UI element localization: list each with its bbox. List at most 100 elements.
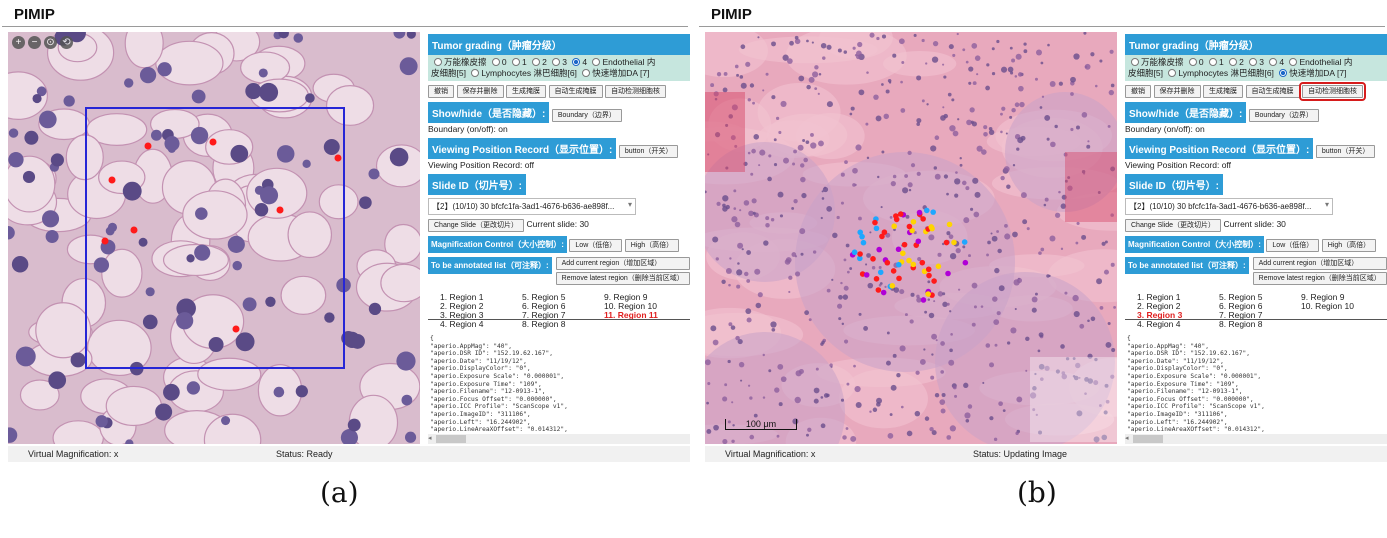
- scrollbar-thumb[interactable]: [1133, 435, 1163, 443]
- tissue-nucleus: [820, 42, 827, 49]
- remove-region-button[interactable]: Remove latest region（删除当前区域）: [1252, 272, 1387, 285]
- grade-radio-0[interactable]: [1188, 58, 1197, 66]
- high-mag-button[interactable]: High（高倍）: [624, 239, 680, 252]
- tissue-nucleus: [940, 115, 946, 121]
- low-mag-button[interactable]: Low（低倍）: [569, 239, 623, 252]
- boundary-button[interactable]: Boundary（边界）: [1248, 109, 1319, 122]
- tissue-nucleus: [1044, 114, 1051, 121]
- tissue-nucleus: [1049, 81, 1056, 87]
- grade-radio-2[interactable]: [532, 58, 541, 66]
- zoom-out-icon[interactable]: −: [28, 36, 41, 49]
- rotate-icon[interactable]: ⟲: [60, 36, 73, 49]
- zoom-in-icon[interactable]: +: [12, 36, 25, 49]
- nucleus: [186, 381, 201, 395]
- grade-radio-1[interactable]: [1209, 58, 1217, 66]
- save-delete-button[interactable]: 保存并删除: [456, 85, 504, 98]
- remove-region-button[interactable]: Remove latest region（删除当前区域）: [555, 272, 690, 285]
- tissue-nucleus: [1039, 106, 1043, 109]
- add-region-button[interactable]: Add current region（增加区域）: [1252, 257, 1387, 270]
- grade-radio-endothelial[interactable]: [1289, 58, 1298, 66]
- grade-radio-2[interactable]: [1229, 58, 1238, 66]
- nucleus: [208, 337, 224, 353]
- low-mag-button[interactable]: Low（低倍）: [1266, 239, 1320, 252]
- tissue-nucleus: [924, 310, 928, 314]
- generate-mask-button[interactable]: 生成掩膜: [506, 85, 547, 98]
- histology-image[interactable]: [705, 32, 1117, 444]
- region-item[interactable]: 10. Region 10: [1301, 302, 1383, 311]
- slide-select[interactable]: 【2】(10/10) 30 bfcfc1fa-3ad1-4676-b636-ae…: [1125, 198, 1333, 215]
- grade-radio-0[interactable]: [491, 58, 500, 66]
- auto-detect-nuclei-button[interactable]: 自动检测细胞核: [605, 85, 667, 98]
- tissue-nucleus: [880, 206, 883, 209]
- add-region-button[interactable]: Add current region（增加区域）: [555, 257, 690, 270]
- histology-image[interactable]: [8, 32, 420, 444]
- tissue-nucleus: [1015, 53, 1022, 60]
- tissue-nucleus: [1054, 124, 1058, 129]
- tissue-nucleus: [1025, 336, 1030, 342]
- nucleus: [145, 287, 155, 297]
- auto-detect-nuclei-button[interactable]: 自动检测细胞核: [1299, 82, 1367, 101]
- tissue-nucleus: [1070, 76, 1076, 83]
- tissue-nucleus: [813, 387, 820, 394]
- grade-radio-3[interactable]: [552, 58, 561, 66]
- grade-radio-4[interactable]: [572, 58, 581, 66]
- tissue-nucleus: [931, 333, 938, 340]
- undo-button[interactable]: 撤销: [1125, 85, 1151, 98]
- grade-radio-eraser[interactable]: [434, 58, 442, 66]
- tissue-nucleus: [845, 427, 849, 430]
- horizontal-scrollbar[interactable]: ◂: [1125, 434, 1387, 444]
- auto-mask-button[interactable]: 自动生成掩膜: [548, 85, 603, 98]
- region-item[interactable]: 4. Region 4: [1137, 320, 1219, 329]
- high-mag-button[interactable]: High（高倍）: [1321, 239, 1377, 252]
- generate-mask-button[interactable]: 生成掩膜: [1203, 85, 1244, 98]
- scroll-left-icon[interactable]: ◂: [1125, 434, 1129, 444]
- grade-radio-1[interactable]: [512, 58, 520, 66]
- slide-select[interactable]: 【2】(10/10) 30 bfcfc1fa-3ad1-4676-b636-ae…: [428, 198, 636, 215]
- tissue-nucleus: [753, 413, 758, 418]
- tissue-nucleus: [1079, 323, 1085, 329]
- change-slide-button[interactable]: Change Slide（更改切片）: [1125, 219, 1222, 232]
- tissue-nucleus: [837, 303, 843, 309]
- grade-label-2: 2: [1239, 57, 1244, 67]
- viewing-toggle-button[interactable]: button（开关）: [618, 145, 679, 158]
- tissue-nucleus: [773, 163, 778, 167]
- save-delete-button[interactable]: 保存并删除: [1153, 85, 1201, 98]
- grade-radio-4[interactable]: [1269, 58, 1278, 66]
- tissue-nucleus: [811, 41, 814, 44]
- slide-viewer[interactable]: 100 μm: [705, 32, 1117, 444]
- grade-radio-lymphocytes[interactable]: [1168, 69, 1177, 77]
- undo-button[interactable]: 撤销: [428, 85, 454, 98]
- tissue-nucleus: [1107, 322, 1111, 326]
- grade-radio-3[interactable]: [1249, 58, 1258, 66]
- tissue-nucleus: [949, 348, 953, 353]
- grade-radio-fast-da[interactable]: [1279, 69, 1288, 77]
- region-item[interactable]: 8. Region 8: [522, 320, 604, 329]
- chevron-down-icon: ▾: [627, 200, 632, 209]
- tissue-nucleus: [826, 101, 833, 108]
- status-text: Status: Updating Image: [973, 449, 1068, 459]
- grade-radio-endothelial[interactable]: [592, 58, 601, 66]
- tissue-nucleus: [940, 408, 946, 414]
- grade-radio-lymphocytes[interactable]: [471, 69, 480, 77]
- nucleus: [15, 346, 36, 367]
- grade-radio-fast-da[interactable]: [582, 69, 591, 77]
- scroll-left-icon[interactable]: ◂: [428, 434, 432, 444]
- detection-dot: [900, 250, 906, 257]
- boundary-button[interactable]: Boundary（边界）: [551, 109, 622, 122]
- slide-viewer[interactable]: + − ⊙ ⟲: [8, 32, 420, 444]
- horizontal-scrollbar[interactable]: ◂: [428, 434, 690, 444]
- grade-radio-eraser[interactable]: [1131, 58, 1139, 66]
- viewing-toggle-button[interactable]: button（开关）: [1315, 145, 1376, 158]
- tissue-nucleus: [993, 437, 998, 442]
- tissue-nucleus: [780, 100, 787, 107]
- detection-dot: [860, 239, 867, 246]
- home-icon[interactable]: ⊙: [44, 36, 57, 49]
- app-title: PIMIP: [711, 6, 752, 23]
- region-item[interactable]: 8. Region 8: [1219, 320, 1301, 329]
- scrollbar-thumb[interactable]: [436, 435, 466, 443]
- detection-dot: [929, 225, 935, 232]
- region-item[interactable]: 4. Region 4: [440, 320, 522, 329]
- magnification-title: Magnification Control（大小控制）:: [1125, 236, 1264, 253]
- auto-mask-button[interactable]: 自动生成掩膜: [1245, 85, 1300, 98]
- change-slide-button[interactable]: Change Slide（更改切片）: [428, 219, 525, 232]
